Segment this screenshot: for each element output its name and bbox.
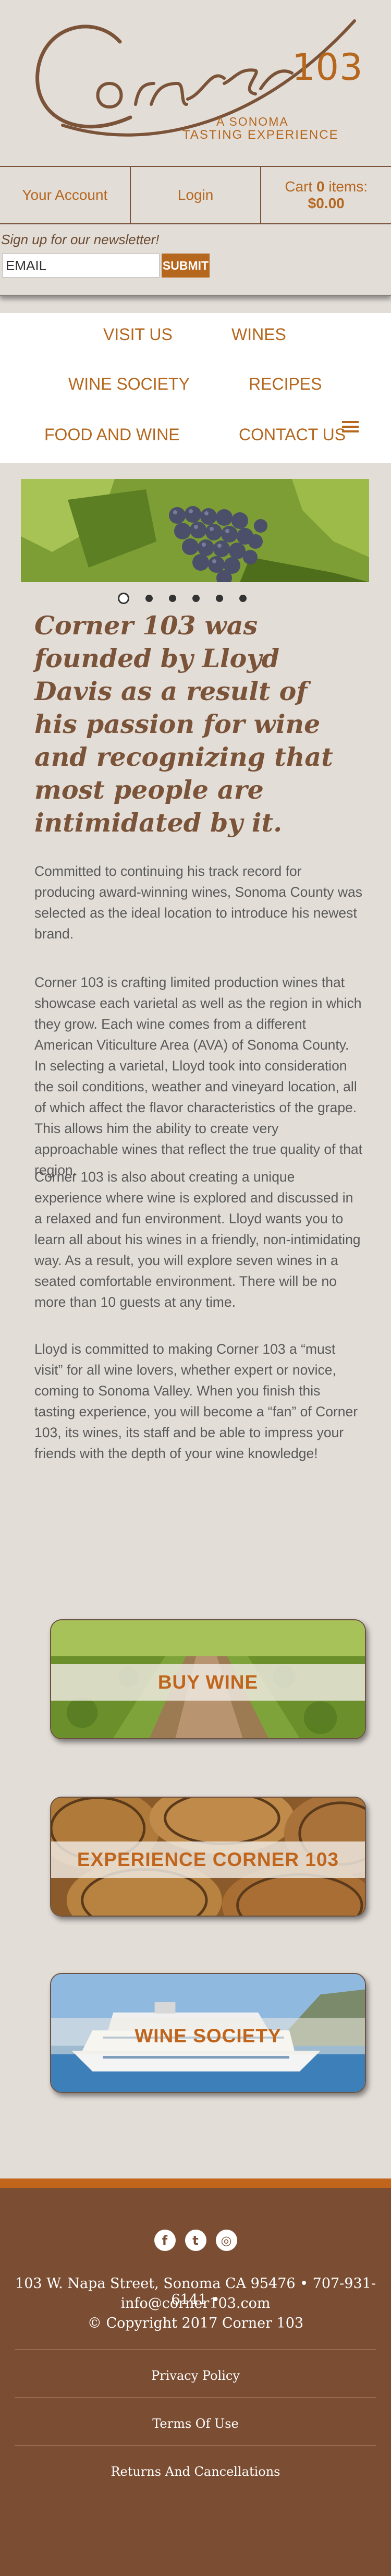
nav-item-food-and-wine[interactable]: FOOD AND WINE <box>44 425 180 444</box>
experience-corner-103-button[interactable]: EXPERIENCE CORNER 103 <box>50 1797 366 1917</box>
newsletter-signup: Sign up for our newsletter! SUBMIT <box>0 225 391 296</box>
cart-link[interactable]: Cart 0 items: $0.00 <box>260 167 391 223</box>
slider-dot-4[interactable] <box>192 595 200 602</box>
instagram-icon[interactable]: ◎ <box>215 2230 237 2251</box>
wine-society-label: WINE SOCIETY <box>135 2025 282 2047</box>
wine-society-band: WINE SOCIETY <box>51 2018 365 2054</box>
cart-prefix: Cart <box>285 178 313 195</box>
cart-summary: Cart 0 items: <box>285 178 368 195</box>
nav-item-visit-us[interactable]: VISIT US <box>103 325 173 344</box>
intro-paragraph-1: Committed to continuing his track record… <box>34 863 362 942</box>
slider-dot-2[interactable] <box>145 595 153 602</box>
footer-copyright: © Copyright 2017 Corner 103 <box>87 2315 304 2331</box>
account-bar: Your Account Login Cart 0 items: $0.00 <box>0 166 391 224</box>
logo-tagline-2: TASTING EXPERIENCE <box>182 128 339 142</box>
social-links: f t ◎ <box>0 2230 391 2251</box>
wine-society-button[interactable]: WINE SOCIETY <box>50 1973 366 2093</box>
intro-headline: Corner 103 was founded by Lloyd Davis as… <box>34 610 333 838</box>
login-link[interactable]: Login <box>129 167 261 223</box>
buy-wine-label: BUY WINE <box>157 1671 259 1693</box>
cart-suffix: items: <box>328 178 368 195</box>
nav-item-contact-us[interactable]: CONTACT US <box>239 425 346 444</box>
experience-corner-103-label: EXPERIENCE CORNER 103 <box>77 1849 339 1870</box>
site-footer: f t ◎ 103 W. Napa Street, Sonoma CA 9547… <box>0 2178 391 2576</box>
experience-band: EXPERIENCE CORNER 103 <box>51 1841 365 1878</box>
intro-paragraph-2: Corner 103 is crafting limited productio… <box>34 974 363 1178</box>
footer-email-link[interactable]: info@corner103.com <box>0 2295 391 2312</box>
privacy-policy-link[interactable]: Privacy Policy <box>0 2368 391 2383</box>
returns-and-cancellations-link[interactable]: Returns And Cancellations <box>0 2464 391 2479</box>
logo-number: 103 <box>292 46 363 89</box>
newsletter-email-input[interactable] <box>2 254 160 278</box>
intro-paragraph-4: Lloyd is committed to making Corner 103 … <box>34 1341 358 1461</box>
your-account-link[interactable]: Your Account <box>0 167 130 223</box>
slider-dot-5[interactable] <box>216 595 223 602</box>
facebook-icon[interactable]: f <box>154 2230 176 2251</box>
slider-dot-6[interactable] <box>239 595 247 602</box>
main-nav: VISIT US WINES WINE SOCIETY RECIPES FOOD… <box>0 313 391 463</box>
buy-wine-band: BUY WINE <box>51 1664 365 1701</box>
terms-of-use-link[interactable]: Terms Of Use <box>0 2416 391 2431</box>
twitter-icon[interactable]: t <box>185 2230 206 2251</box>
newsletter-label: Sign up for our newsletter! <box>1 232 160 247</box>
nav-item-recipes[interactable]: RECIPES <box>249 375 322 394</box>
buy-wine-button[interactable]: BUY WINE <box>50 1619 366 1739</box>
hero-slider-image[interactable] <box>21 479 369 582</box>
grapes-image <box>21 479 369 582</box>
site-logo[interactable]: 103 A SONOMA TASTING EXPERIENCE <box>31 5 365 146</box>
your-account-label: Your Account <box>22 187 108 203</box>
newsletter-submit-button[interactable]: SUBMIT <box>162 254 210 278</box>
slider-dot-3[interactable] <box>169 595 176 602</box>
slider-dot-1[interactable] <box>118 593 129 604</box>
logo-tagline-1: A SONOMA <box>216 115 289 128</box>
cart-count: 0 <box>316 178 325 195</box>
intro-paragraph-3: Corner 103 is also about creating a uniq… <box>34 1169 361 1310</box>
hamburger-menu-icon[interactable] <box>342 421 359 435</box>
nav-item-wines[interactable]: WINES <box>231 325 286 344</box>
nav-item-wine-society[interactable]: WINE SOCIETY <box>68 375 190 394</box>
login-label: Login <box>177 187 214 203</box>
cart-total: $0.00 <box>308 195 345 211</box>
slider-pagination <box>118 593 247 604</box>
